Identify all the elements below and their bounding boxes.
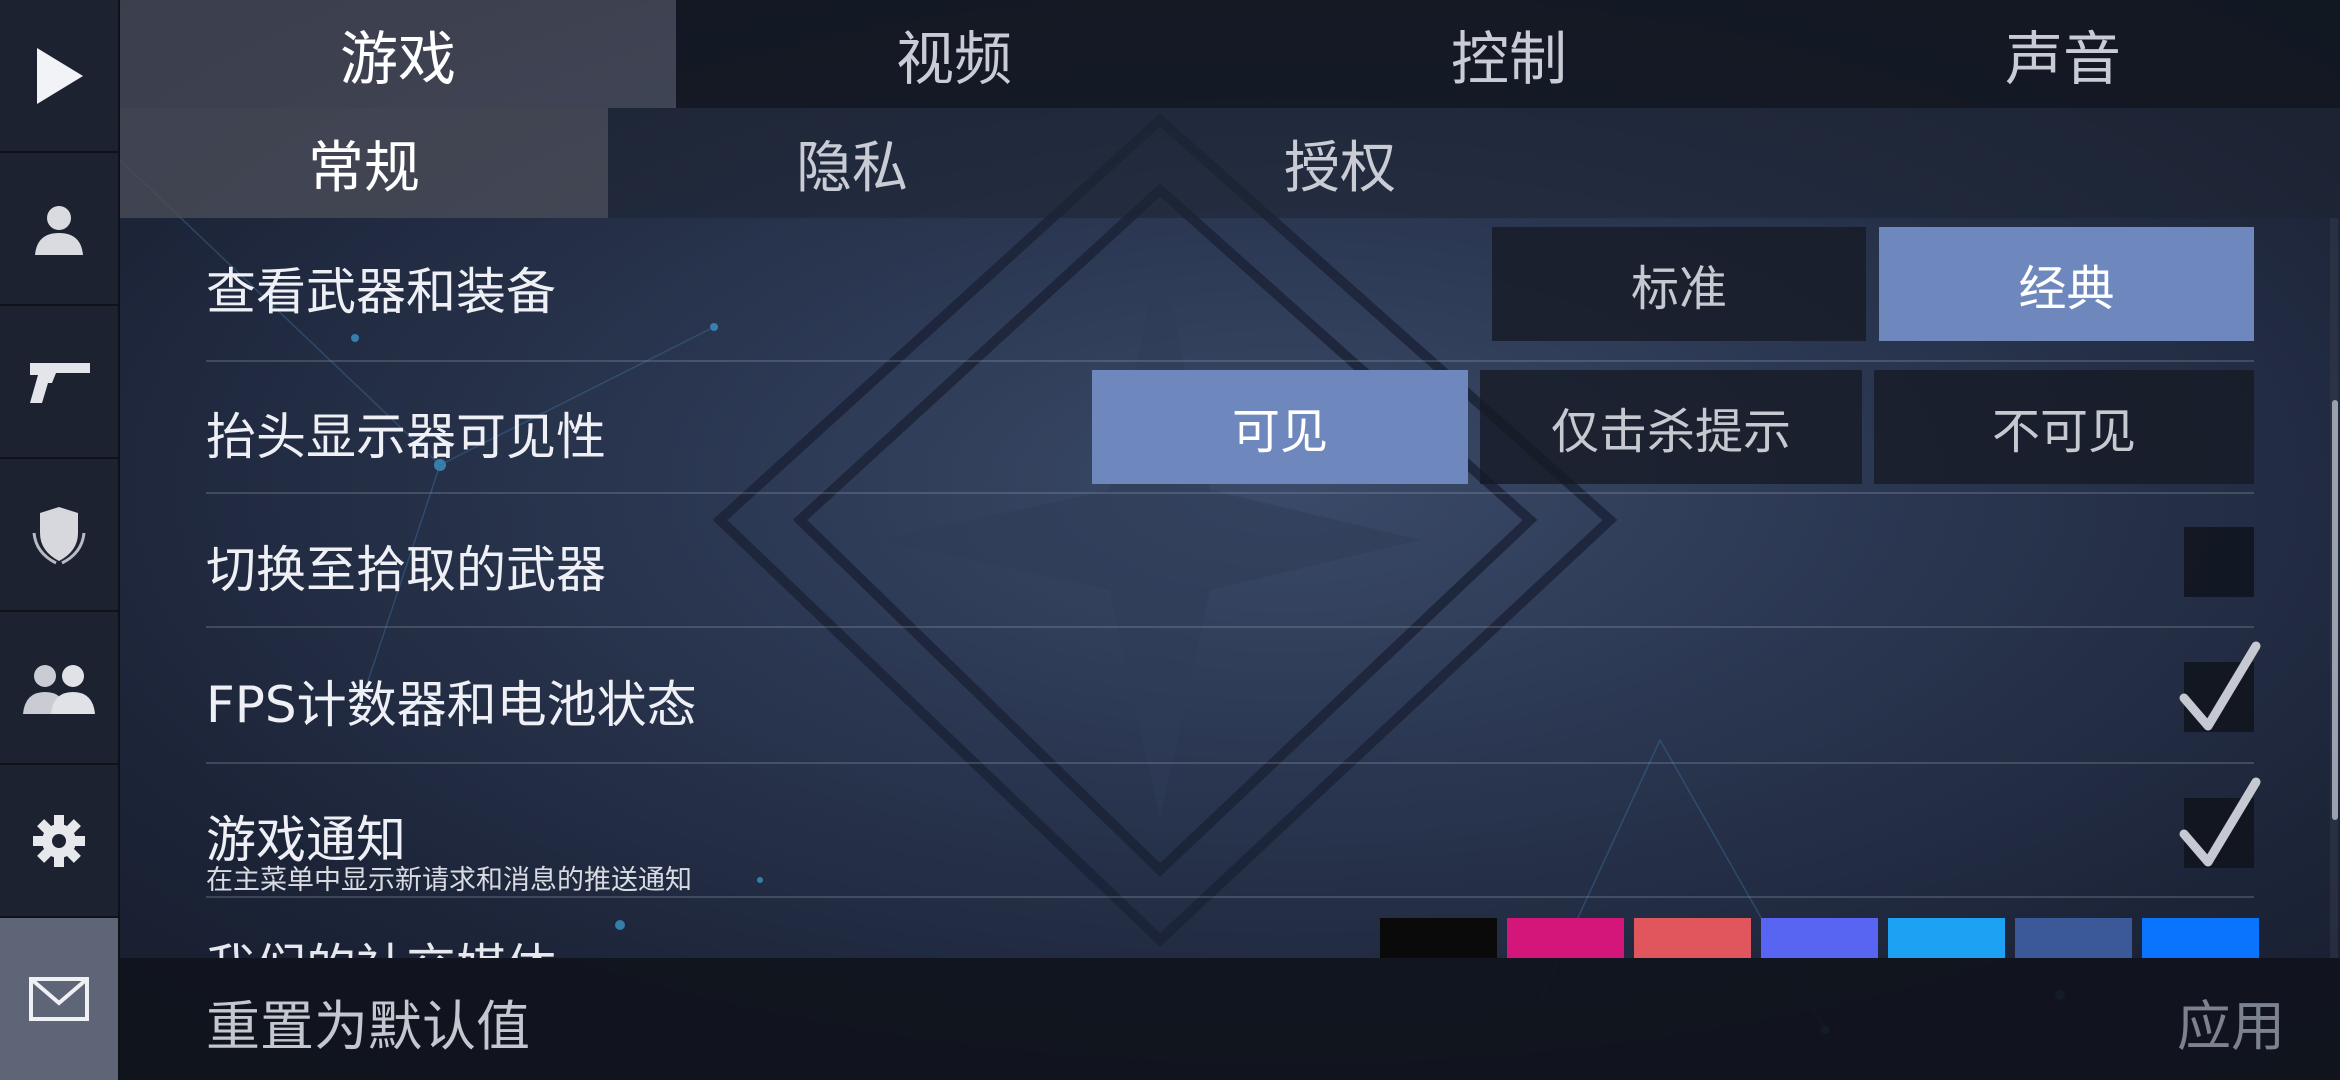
gear-icon <box>33 814 85 867</box>
setting-description: 在主菜单中显示新请求和消息的推送通知 <box>206 865 692 896</box>
subtab-license[interactable]: 授权 <box>1096 108 1584 218</box>
mail-icon <box>29 977 89 1021</box>
vk-icon[interactable] <box>2142 918 2259 958</box>
option-classic[interactable]: 经典 <box>1879 227 2254 341</box>
option-visible[interactable]: 可见 <box>1092 370 1468 484</box>
setting-row-hud-visibility: 抬头显示器可见性 可见 仅击杀提示 不可见 <box>206 362 2254 494</box>
youtube-icon[interactable] <box>1634 918 1751 958</box>
play-icon <box>37 47 83 104</box>
checkmark-icon <box>2179 641 2261 731</box>
facebook-icon[interactable] <box>2015 918 2132 958</box>
setting-label: FPS计数器和电池状态 <box>206 676 697 734</box>
option-invisible[interactable]: 不可见 <box>1874 370 2254 484</box>
setting-row-switch-weapon: 切换至拾取的武器 <box>206 494 2254 628</box>
subtab-general[interactable]: 常规 <box>120 108 608 218</box>
sidebar-item-mail[interactable] <box>0 918 118 1080</box>
footer-bar: 重置为默认值 应用 <box>120 958 2340 1080</box>
subtab-privacy[interactable]: 隐私 <box>608 108 1096 218</box>
tab-game[interactable]: 游戏 <box>120 0 676 108</box>
tab-video[interactable]: 视频 <box>676 0 1232 108</box>
setting-row-notifications: 游戏通知 在主菜单中显示新请求和消息的推送通知 <box>206 764 2261 898</box>
scrollbar-thumb[interactable] <box>2332 400 2338 820</box>
friends-icon <box>23 664 95 714</box>
fps-counter-checkbox[interactable] <box>2179 641 2261 732</box>
sidebar-item-settings[interactable] <box>0 765 118 918</box>
setting-row-fps-counter: FPS计数器和电池状态 <box>206 628 2261 764</box>
clan-shield-icon <box>32 506 86 564</box>
sidebar-item-clan[interactable] <box>0 459 118 612</box>
setting-label: 查看武器和装备 <box>206 263 556 321</box>
tab-controls[interactable]: 控制 <box>1232 0 1786 108</box>
sidebar-item-friends[interactable] <box>0 612 118 765</box>
instagram-icon[interactable] <box>1507 918 1624 958</box>
option-standard[interactable]: 标准 <box>1492 227 1866 341</box>
setting-label: 切换至拾取的武器 <box>206 541 606 599</box>
setting-row-weapons-view: 查看武器和装备 标准 经典 <box>206 218 2254 362</box>
tab-sound[interactable]: 声音 <box>1786 0 2340 108</box>
checkmark-icon <box>2179 777 2261 867</box>
social-icons-strip <box>1380 918 2260 958</box>
profile-icon <box>35 205 83 255</box>
setting-label-social-media: 我们的社交媒体 <box>206 938 556 958</box>
setting-label: 抬头显示器可见性 <box>206 408 606 466</box>
tiktok-icon[interactable] <box>1380 918 1497 958</box>
sidebar-item-profile[interactable] <box>0 153 118 306</box>
option-kill-hints-only[interactable]: 仅击杀提示 <box>1480 370 1862 484</box>
sidebar <box>0 0 120 1080</box>
sidebar-item-play[interactable] <box>0 0 118 153</box>
sidebar-item-weapons[interactable] <box>0 306 118 459</box>
reset-defaults-button[interactable]: 重置为默认值 <box>206 982 530 1061</box>
twitter-icon[interactable] <box>1888 918 2005 958</box>
switch-weapon-checkbox[interactable] <box>2184 527 2254 597</box>
discord-icon[interactable] <box>1761 918 1878 958</box>
pistol-icon <box>30 362 90 403</box>
notifications-checkbox[interactable] <box>2179 777 2261 868</box>
apply-button[interactable]: 应用 <box>2177 982 2285 1061</box>
